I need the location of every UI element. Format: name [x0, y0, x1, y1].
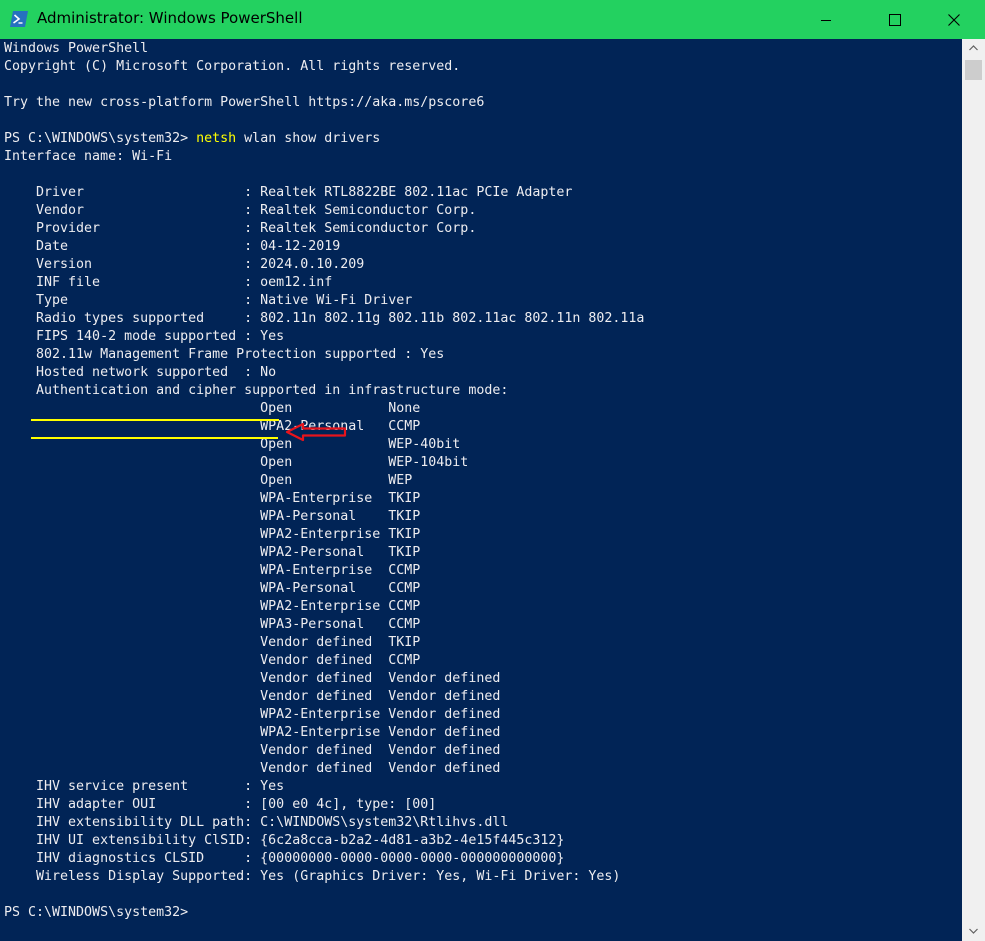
minimize-button[interactable] [803, 0, 849, 39]
title-bar[interactable]: Administrator: Windows PowerShell [0, 0, 985, 39]
scroll-down-button[interactable] [962, 922, 985, 941]
scroll-up-button[interactable] [962, 39, 985, 58]
command-prompt: PS C:\WINDOWS\system32> [4, 131, 197, 146]
highlight-underline [31, 419, 279, 421]
final-prompt: PS C:\WINDOWS\system32> [4, 905, 189, 920]
maximize-button[interactable] [872, 0, 918, 39]
close-button[interactable] [931, 0, 977, 39]
scrollbar-thumb[interactable] [965, 60, 982, 80]
red-arrow-icon [285, 422, 347, 442]
minimize-icon [821, 20, 831, 21]
powershell-icon [10, 11, 28, 27]
window-title: Administrator: Windows PowerShell [37, 9, 303, 27]
console-output[interactable]: Windows PowerShell Copyright (C) Microso… [0, 39, 962, 941]
close-icon [948, 14, 960, 26]
console-text: Windows PowerShell Copyright (C) Microso… [4, 40, 644, 922]
command-output-lines: Interface name: Wi-Fi Driver : Realtek R… [4, 149, 645, 884]
scroll-down-icon [969, 928, 978, 934]
command-arguments: wlan show drivers [236, 131, 381, 146]
maximize-icon [889, 14, 901, 26]
highlight-underline [31, 437, 278, 439]
command-name: netsh [196, 131, 237, 146]
scroll-up-icon [969, 45, 978, 51]
console-header-lines: Windows PowerShell Copyright (C) Microso… [4, 41, 485, 110]
powershell-window: Administrator: Windows PowerShell Window… [0, 0, 985, 941]
vertical-scrollbar[interactable] [962, 39, 985, 941]
